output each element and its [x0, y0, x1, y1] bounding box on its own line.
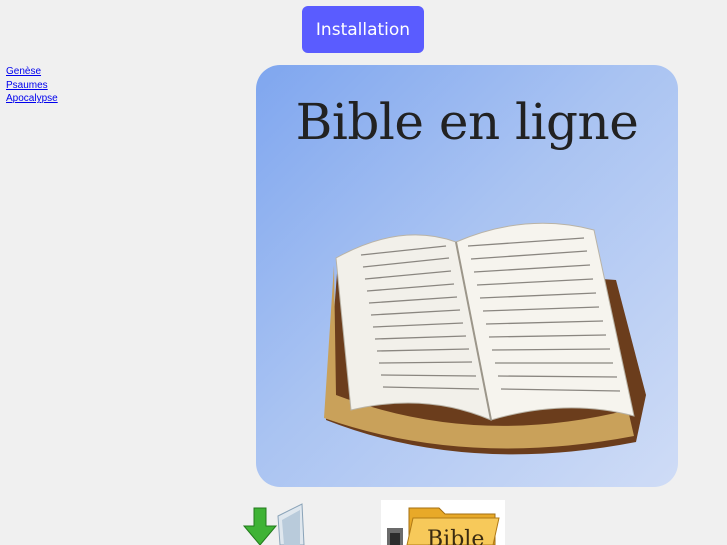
nav-link-genese[interactable]: Genèse: [6, 65, 58, 79]
hero-title: Bible en ligne: [295, 93, 639, 151]
folder-label: Bible: [427, 527, 485, 545]
book-nav: Genèse Psaumes Apocalypse: [6, 65, 58, 106]
download-icon[interactable]: [230, 502, 308, 545]
bible-folder-icon[interactable]: Bible: [381, 500, 505, 545]
nav-link-apocalypse[interactable]: Apocalypse: [6, 92, 58, 106]
installation-button[interactable]: Installation: [302, 6, 424, 53]
open-book-icon: [324, 222, 646, 455]
nav-link-psaumes[interactable]: Psaumes: [6, 79, 58, 93]
hero-image: Bible en ligne: [256, 65, 678, 487]
page: Installation Genèse Psaumes Apocalypse B…: [0, 0, 727, 545]
